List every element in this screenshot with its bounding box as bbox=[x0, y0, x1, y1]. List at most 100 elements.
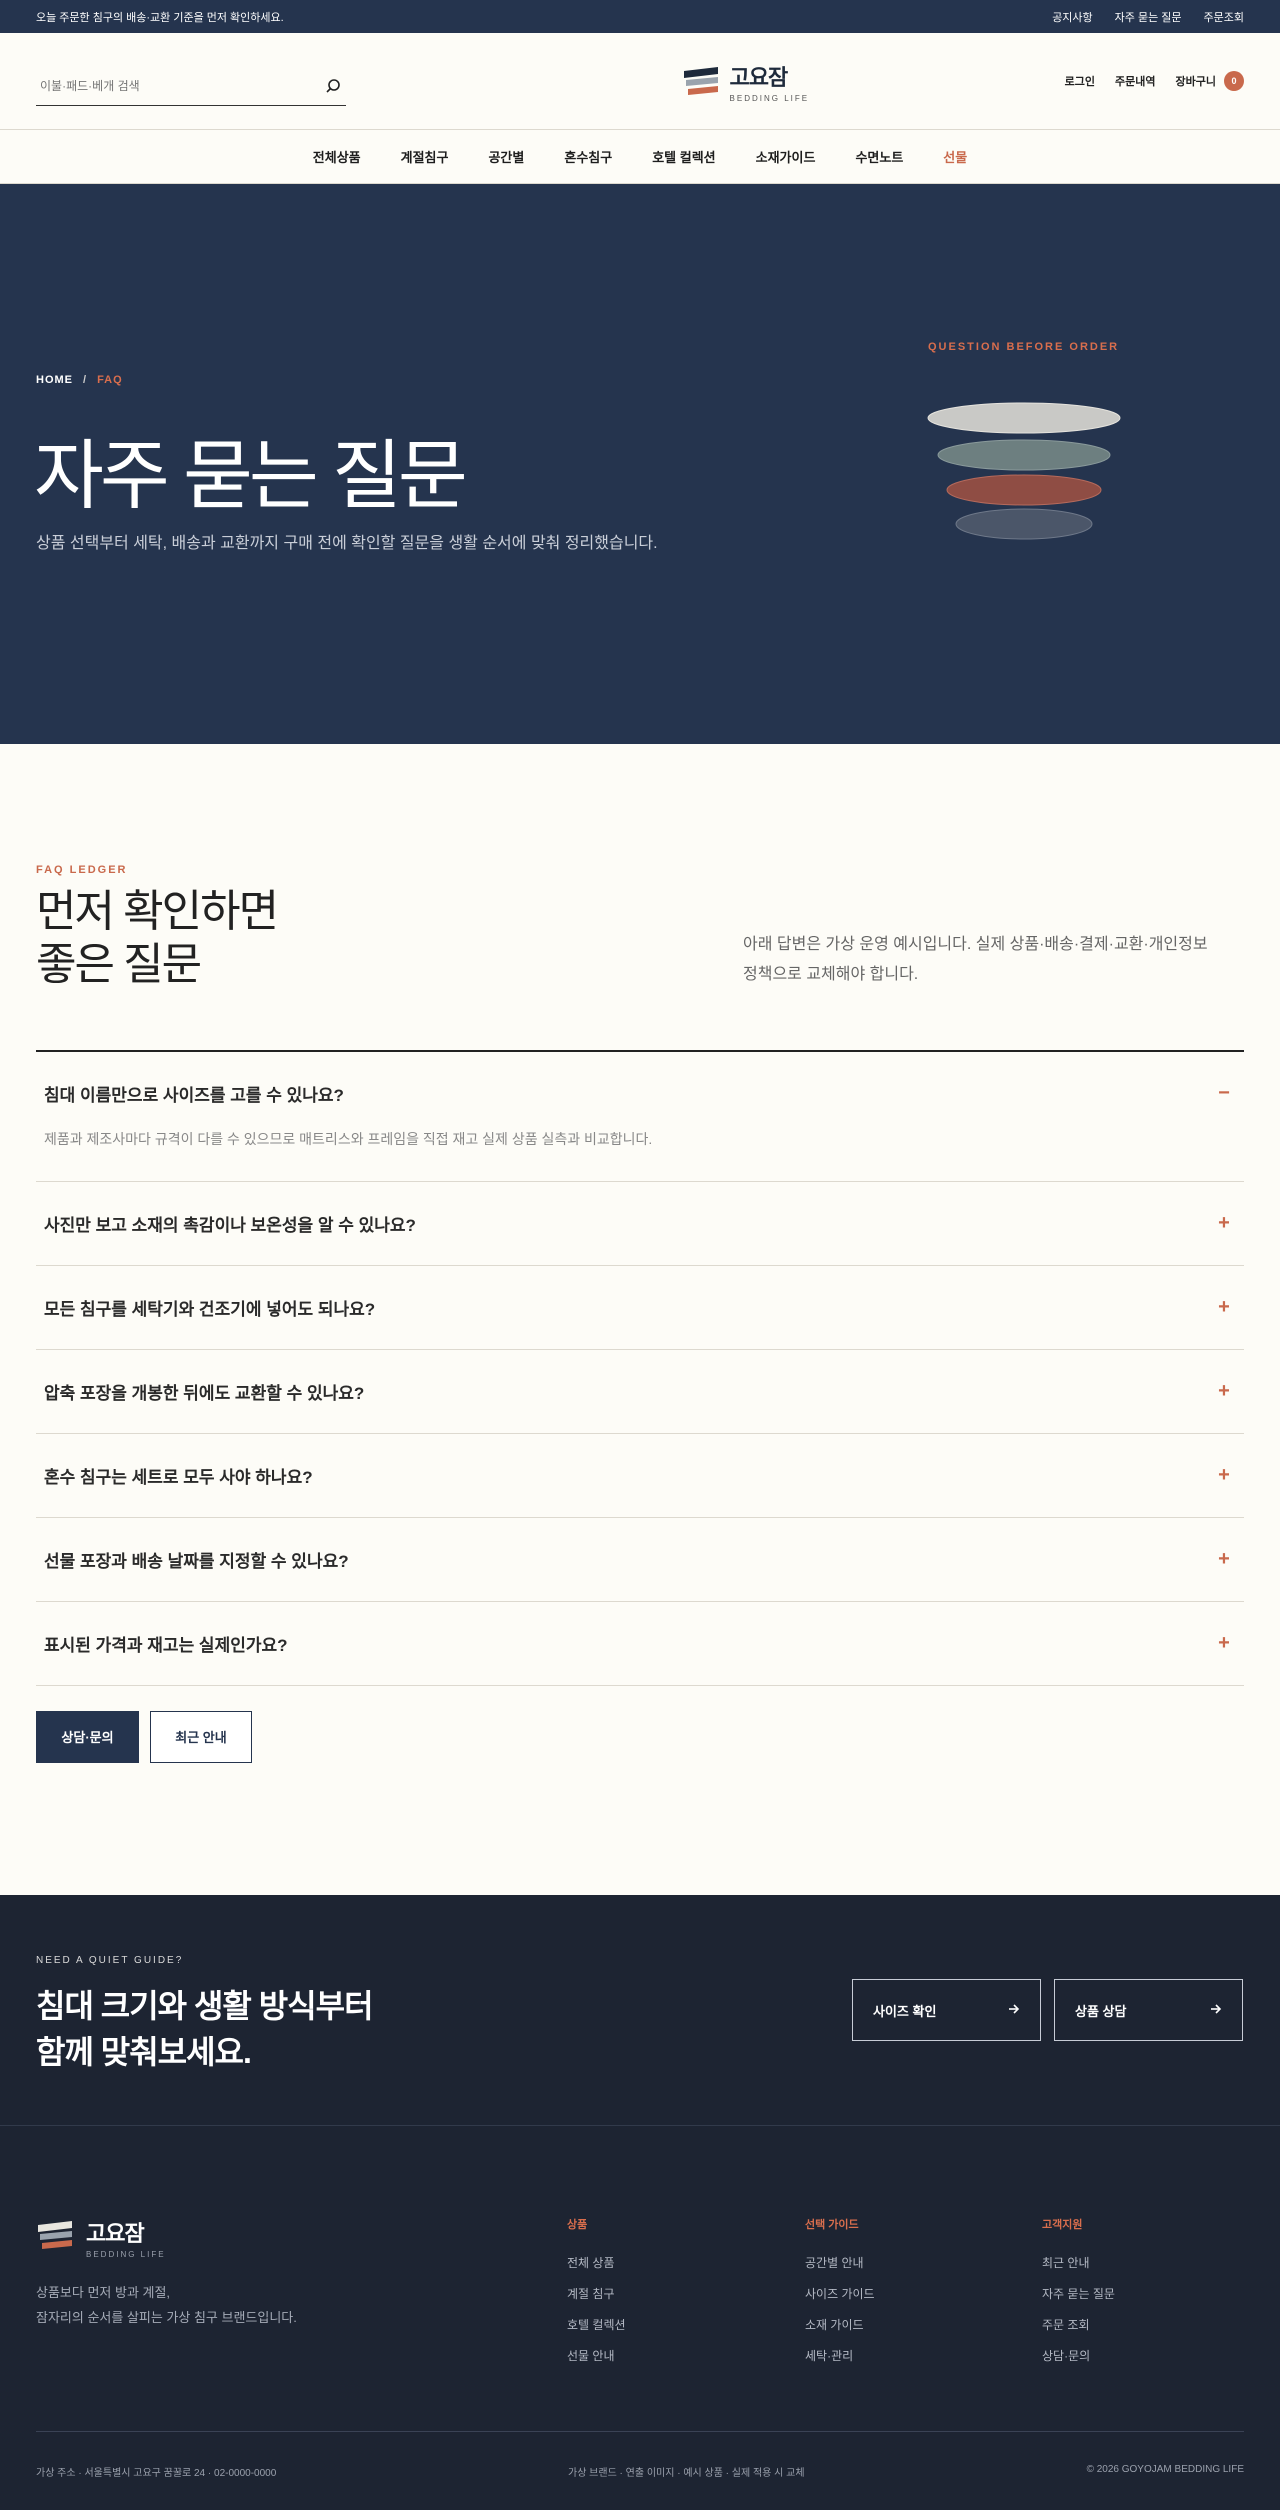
logo-mark-icon bbox=[682, 65, 720, 97]
search-input[interactable] bbox=[40, 78, 300, 93]
plus-icon: + bbox=[1218, 1463, 1230, 1486]
footer-link[interactable]: 소재 가이드 bbox=[805, 2316, 875, 2347]
hero-stack-illustration bbox=[926, 402, 1122, 542]
faq-item: 선물 포장과 배송 날짜를 지정할 수 있나요? + bbox=[36, 1518, 1244, 1602]
footer-link[interactable]: 전체 상품 bbox=[567, 2254, 626, 2285]
faq-question-toggle[interactable]: 압축 포장을 개봉한 뒤에도 교환할 수 있나요? + bbox=[36, 1350, 1244, 1433]
faq-item: 침대 이름만으로 사이즈를 고를 수 있나요? − 제품과 제조사마다 규격이 … bbox=[36, 1052, 1244, 1182]
top-notice-bar: 오늘 주문한 침구의 배송·교환 기준을 먼저 확인하세요. 공지사항 자주 묻… bbox=[0, 0, 1280, 33]
breadcrumb: HOME / FAQ bbox=[36, 374, 123, 386]
link-order-lookup[interactable]: 주문조회 bbox=[1204, 9, 1244, 25]
nav-seasonal[interactable]: 계절침구 bbox=[381, 147, 469, 166]
nav-material-guide[interactable]: 소재가이드 bbox=[736, 147, 836, 166]
link-notice[interactable]: 공지사항 bbox=[1052, 9, 1092, 25]
nav-wedding[interactable]: 혼수침구 bbox=[544, 147, 632, 166]
plus-icon: + bbox=[1218, 1295, 1230, 1318]
logo-name: 고요잠 bbox=[729, 64, 789, 90]
brand-logo[interactable]: 고요잠 BEDDING LIFE bbox=[682, 60, 810, 103]
search-bar bbox=[36, 66, 346, 106]
nav-hotel-collection[interactable]: 호텔 컬렉션 bbox=[632, 147, 735, 166]
hero-section: HOME / FAQ 자주 묻는 질문 상품 선택부터 세탁, 배송과 교환까지 구… bbox=[0, 184, 1280, 744]
breadcrumb-home[interactable]: HOME bbox=[36, 374, 73, 386]
footer-divider bbox=[36, 2431, 1244, 2432]
orders-link[interactable]: 주문내역 bbox=[1115, 73, 1155, 89]
main-nav: 전체상품 계절침구 공간별 혼수침구 호텔 컬렉션 소재가이드 수면노트 선물 bbox=[0, 130, 1280, 184]
nav-all-products[interactable]: 전체상품 bbox=[293, 147, 381, 166]
footer-desc-line2: 잠자리의 순서를 살피는 가상 침구 브랜드입니다. bbox=[36, 2309, 297, 2325]
footer-link[interactable]: 선물 안내 bbox=[567, 2347, 626, 2378]
faq-item: 사진만 보고 소재의 촉감이나 보온성을 알 수 있나요? + bbox=[36, 1182, 1244, 1266]
size-check-label: 사이즈 확인 bbox=[873, 2003, 937, 2019]
nav-by-room[interactable]: 공간별 bbox=[468, 147, 544, 166]
footer-link[interactable]: 상담·문의 bbox=[1042, 2347, 1115, 2378]
cta-heading-line2: 함께 맞춰보세요. bbox=[36, 2034, 252, 2071]
logo-tagline: BEDDING LIFE bbox=[729, 93, 810, 103]
page-title: 자주 묻는 질문 bbox=[34, 434, 468, 519]
faq-question: 모든 침구를 세탁기와 건조기에 넣어도 되나요? bbox=[44, 1299, 376, 1319]
footer-column-title: 고객지원 bbox=[1042, 2219, 1083, 2231]
faq-question-toggle[interactable]: 침대 이름만으로 사이즈를 고를 수 있나요? − bbox=[36, 1052, 1244, 1135]
product-consult-label: 상품 상담 bbox=[1075, 2003, 1127, 2019]
hero-eyebrow: QUESTION BEFORE ORDER bbox=[928, 341, 1120, 353]
contact-button[interactable]: 상담·문의 bbox=[36, 1710, 139, 1763]
faq-question-toggle[interactable]: 혼수 침구는 세트로 모두 사야 하나요? + bbox=[36, 1434, 1244, 1517]
footer-link[interactable]: 사이즈 가이드 bbox=[805, 2285, 875, 2316]
login-link[interactable]: 로그인 bbox=[1065, 73, 1095, 89]
plus-icon: + bbox=[1218, 1379, 1230, 1402]
site-footer: 고요잠 BEDDING LIFE 상품보다 먼저 방과 계절, 잠자리의 순서를… bbox=[0, 2125, 1280, 2510]
faq-item: 압축 포장을 개봉한 뒤에도 교환할 수 있나요? + bbox=[36, 1350, 1244, 1434]
arrow-right-icon bbox=[1210, 2003, 1222, 2018]
faq-description: 아래 답변은 가상 운영 예시입니다. 실제 상품·배송·결제·교환·개인정보 … bbox=[743, 936, 1208, 984]
footer-logo-name: 고요잠 bbox=[86, 2221, 145, 2246]
footer-link[interactable]: 호텔 컬렉션 bbox=[567, 2316, 626, 2347]
faq-question-toggle[interactable]: 표시된 가격과 재고는 실제인가요? + bbox=[36, 1602, 1244, 1685]
footer-link[interactable]: 세탁·관리 bbox=[805, 2347, 875, 2378]
faq-question-toggle[interactable]: 선물 포장과 배송 날짜를 지정할 수 있나요? + bbox=[36, 1518, 1244, 1601]
footer-logo[interactable]: 고요잠 BEDDING LIFE bbox=[36, 2216, 166, 2259]
cart-label: 장바구니 bbox=[1175, 76, 1216, 88]
header-actions: 로그인 주문내역 장바구니 0 bbox=[1065, 71, 1244, 91]
faq-question: 선물 포장과 배송 날짜를 지정할 수 있나요? bbox=[44, 1551, 349, 1571]
faq-question: 표시된 가격과 재고는 실제인가요? bbox=[44, 1635, 288, 1655]
footer-address: 가상 주소 · 서울특별시 고요구 꿈꿀로 24 · 02-0000-0000 bbox=[36, 2468, 277, 2479]
product-consult-button[interactable]: 상품 상담 bbox=[1054, 1979, 1243, 2041]
faq-item: 모든 침구를 세탁기와 건조기에 넣어도 되나요? + bbox=[36, 1266, 1244, 1350]
footer-column-title: 상품 bbox=[567, 2219, 588, 2231]
faq-actions: 상담·문의 최근 안내 bbox=[36, 1710, 1244, 1763]
faq-item: 혼수 침구는 세트로 모두 사야 하나요? + bbox=[36, 1434, 1244, 1518]
nav-gift[interactable]: 선물 bbox=[923, 147, 987, 166]
footer-link[interactable]: 자주 묻는 질문 bbox=[1042, 2285, 1115, 2316]
footer-column-support: 고객지원 최근 안내 자주 묻는 질문 주문 조회 상담·문의 bbox=[1042, 2216, 1115, 2378]
utility-links: 공지사항 자주 묻는 질문 주문조회 bbox=[1052, 9, 1244, 25]
footer-copyright: © 2026 GOYOJAM BEDDING LIFE bbox=[1086, 2464, 1244, 2475]
footer-note: 가상 브랜드 · 연출 이미지 · 예시 상품 · 실제 적용 시 교체 bbox=[568, 2468, 805, 2479]
footer-description: 상품보다 먼저 방과 계절, 잠자리의 순서를 살피는 가상 침구 브랜드입니다… bbox=[36, 2281, 297, 2330]
cart-count-badge: 0 bbox=[1223, 71, 1244, 91]
faq-question-toggle[interactable]: 사진만 보고 소재의 촉감이나 보온성을 알 수 있나요? + bbox=[36, 1182, 1244, 1265]
faq-label: FAQ LEDGER bbox=[36, 864, 128, 876]
page-subtitle: 상품 선택부터 세탁, 배송과 교환까지 구매 전에 확인할 질문을 생활 순서… bbox=[36, 535, 658, 552]
cta-eyebrow: NEED A QUIET GUIDE? bbox=[36, 1955, 184, 1966]
faq-answer: 제품과 제조사마다 규격이 다를 수 있으므로 매트리스와 프레임을 직접 재고… bbox=[44, 1130, 653, 1147]
faq-question: 압축 포장을 개봉한 뒤에도 교환할 수 있나요? bbox=[44, 1383, 365, 1403]
faq-question-toggle[interactable]: 모든 침구를 세탁기와 건조기에 넣어도 되나요? + bbox=[36, 1266, 1244, 1349]
search-icon[interactable] bbox=[324, 77, 342, 95]
faq-question: 혼수 침구는 세트로 모두 사야 하나요? bbox=[44, 1467, 313, 1487]
faq-item: 표시된 가격과 재고는 실제인가요? + bbox=[36, 1602, 1244, 1686]
plus-icon: + bbox=[1218, 1631, 1230, 1654]
arrow-right-icon bbox=[1008, 2003, 1020, 2018]
recent-notice-button[interactable]: 최근 안내 bbox=[150, 1710, 252, 1763]
link-faq[interactable]: 자주 묻는 질문 bbox=[1115, 9, 1182, 25]
faq-list: 침대 이름만으로 사이즈를 고를 수 있나요? − 제품과 제조사마다 규격이 … bbox=[36, 1049, 1244, 1686]
plus-icon: + bbox=[1218, 1211, 1230, 1234]
footer-link[interactable]: 최근 안내 bbox=[1042, 2254, 1115, 2285]
footer-link[interactable]: 주문 조회 bbox=[1042, 2316, 1115, 2347]
nav-sleep-note[interactable]: 수면노트 bbox=[835, 147, 923, 166]
footer-link[interactable]: 공간별 안내 bbox=[805, 2254, 875, 2285]
logo-mark-icon bbox=[36, 2219, 74, 2256]
footer-column-products: 상품 전체 상품 계절 침구 호텔 컬렉션 선물 안내 bbox=[567, 2216, 626, 2378]
cta-section: NEED A QUIET GUIDE? 침대 크기와 생활 방식부터 함께 맞춰보… bbox=[0, 1895, 1280, 2125]
footer-link[interactable]: 계절 침구 bbox=[567, 2285, 626, 2316]
size-check-button[interactable]: 사이즈 확인 bbox=[852, 1979, 1041, 2041]
cart-button[interactable]: 장바구니 0 bbox=[1176, 71, 1244, 91]
